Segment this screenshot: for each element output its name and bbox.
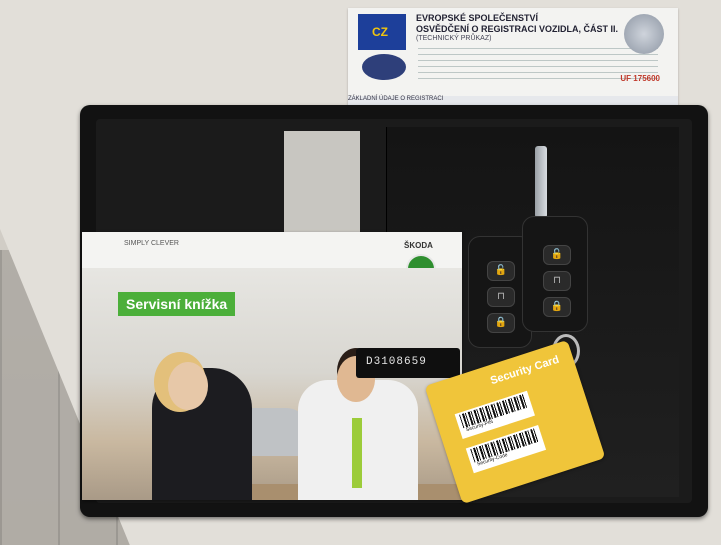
service-book-tagline: SIMPLY CLEVER <box>124 240 179 247</box>
certificate-title-3: (TECHNICKÝ PRŮKAZ) <box>416 35 492 42</box>
certificate-title-2: OSVĚDČENÍ O REGISTRACI VOZIDLA, ČÁST II. <box>416 24 619 34</box>
service-book-brand: ŠKODA <box>404 241 433 250</box>
green-tie <box>352 418 362 488</box>
key-number-tag: D3108659 <box>356 348 460 378</box>
car-key-fob-2: 🔓 ⊓ 🔒 <box>522 216 588 332</box>
woman-head <box>168 362 208 410</box>
trunk-icon: ⊓ <box>487 287 515 307</box>
vehicle-registration-certificate: CZ EVROPSKÉ SPOLEČENSTVÍ OSVĚDČENÍ O REG… <box>348 8 678 108</box>
unlock-icon: 🔓 <box>487 261 515 281</box>
seal-icon <box>362 54 406 80</box>
lock-icon: 🔒 <box>487 313 515 333</box>
unlock-icon: 🔓 <box>543 245 571 265</box>
key-blade <box>535 146 547 218</box>
trunk-icon: ⊓ <box>543 271 571 291</box>
service-book-title: Servisní knížka <box>118 292 236 316</box>
hologram-icon <box>624 14 664 54</box>
certificate-title-1: EVROPSKÉ SPOLEČENSTVÍ <box>416 13 539 23</box>
photo-scene: CZ EVROPSKÉ SPOLEČENSTVÍ OSVĚDČENÍ O REG… <box>0 0 721 545</box>
lock-icon: 🔒 <box>543 297 571 317</box>
certificate-serial: UF 175600 <box>620 74 660 83</box>
eu-flag-icon: CZ <box>358 14 406 50</box>
